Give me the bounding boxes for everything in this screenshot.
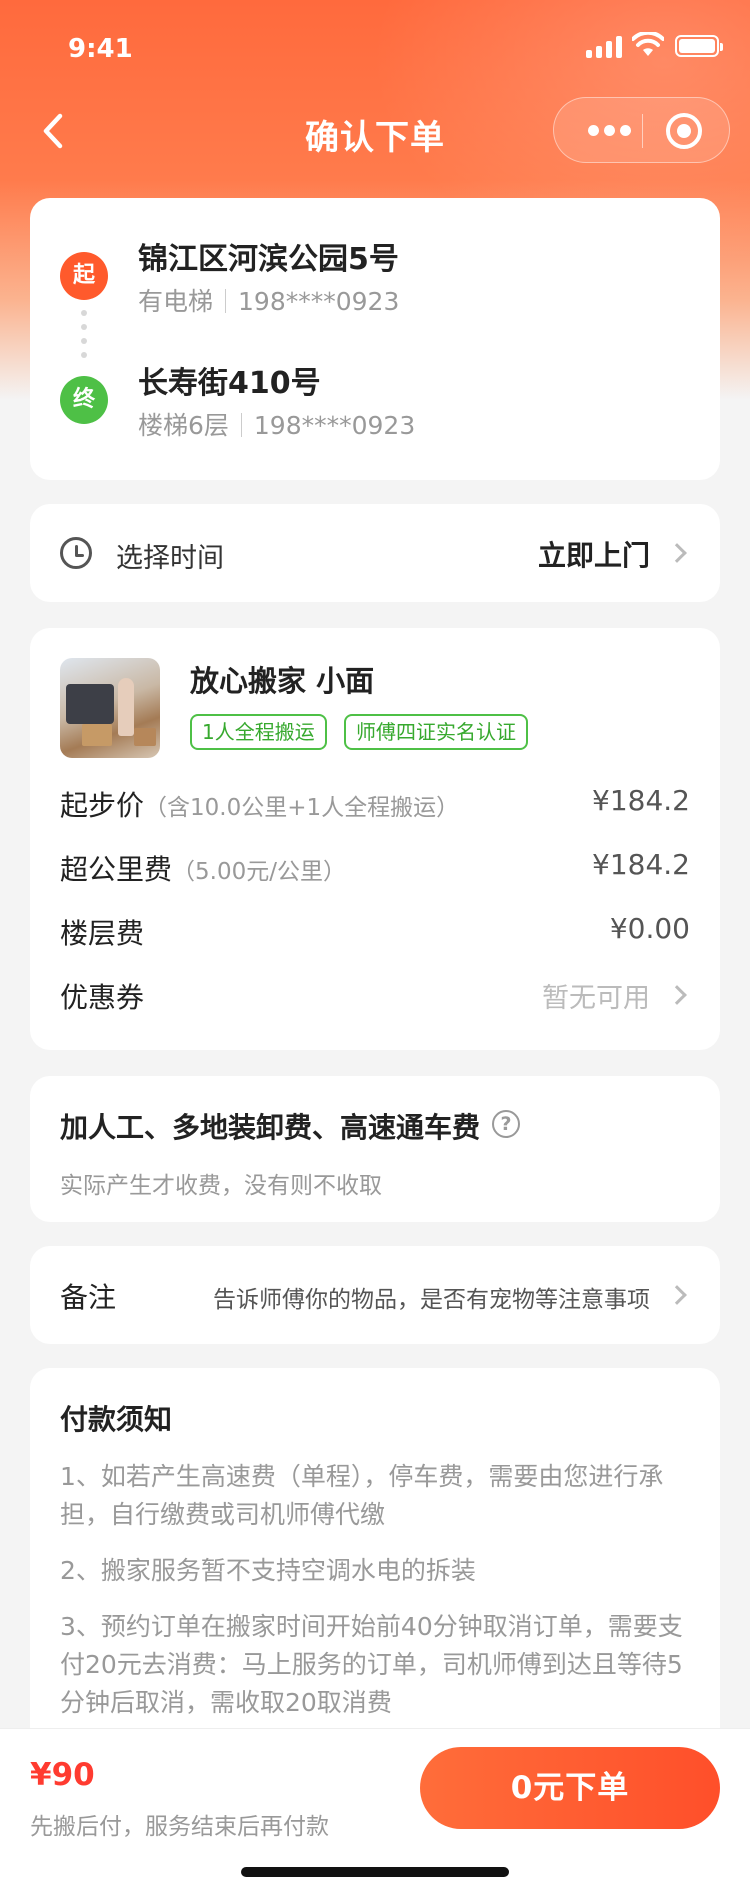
status-bar: 9:41 <box>0 0 750 96</box>
time-select-label: 选择时间 <box>116 543 224 574</box>
mini-program-capsule <box>553 97 730 163</box>
signal-icon <box>586 36 622 58</box>
more-icon[interactable] <box>580 98 640 164</box>
clock-icon <box>60 537 92 569</box>
help-icon[interactable]: ? <box>492 1110 520 1138</box>
service-image <box>60 658 160 758</box>
wifi-icon <box>632 32 664 56</box>
time-select-row[interactable]: 选择时间 立即上门 <box>30 504 720 602</box>
service-tag: 师傅四证实名认证 <box>344 714 528 750</box>
fee-value-base: ¥184.2 <box>592 784 690 817</box>
fee-value-distance: ¥184.2 <box>592 848 690 881</box>
remark-label: 备注 <box>60 1281 117 1314</box>
time-select-value: 立即上门 <box>537 539 650 572</box>
fee-row-floor: 楼层费 <box>60 917 145 950</box>
route-dotted-line <box>81 310 87 372</box>
end-address-detail: 楼梯6层 198****0923 <box>138 406 415 442</box>
notice-title: 付款须知 <box>60 1403 173 1436</box>
extra-fee-title: 加人工、多地装卸费、高速通车费 <box>60 1111 481 1144</box>
start-phone: 198****0923 <box>238 287 400 316</box>
end-phone: 198****0923 <box>253 411 416 440</box>
start-badge: 起 <box>60 252 108 300</box>
coupon-label[interactable]: 优惠券 <box>60 976 144 1016</box>
end-floor: 楼梯6层 <box>138 411 229 440</box>
service-name: 放心搬家 小面 <box>190 664 375 698</box>
service-tag: 1人全程搬运 <box>190 714 327 750</box>
status-time: 9:41 <box>68 34 133 64</box>
fee-row-base: 起步价（含10.0公里+1人全程搬运） <box>60 789 460 822</box>
remark-placeholder[interactable]: 告诉师傅你的物品，是否有宠物等注意事项 <box>213 1280 650 1314</box>
service-price-card: 放心搬家 小面 1人全程搬运 师傅四证实名认证 起步价（含10.0公里+1人全程… <box>30 628 720 1050</box>
start-address-detail: 有电梯 198****0923 <box>138 282 399 318</box>
capsule-divider <box>642 114 643 148</box>
payment-note: 先搬后付，服务结束后再付款 <box>30 1814 329 1840</box>
address-card: 起 终 锦江区河滨公园5号 有电梯 198****0923 长寿街410号 楼梯6… <box>30 198 720 480</box>
nav-bar: 确认下单 <box>0 96 750 168</box>
notice-item: 1、如若产生高速费（单程），停车费，需要由您进行承担，自行缴费或司机师傅代缴 <box>60 1462 664 1529</box>
battery-icon <box>675 35 723 57</box>
order-confirm-page: 9:41 确认下单 起 终 锦江区河滨公园5号 有电梯 198****0923 … <box>0 0 750 1894</box>
fee-value-floor: ¥0.00 <box>609 912 690 945</box>
remark-row[interactable]: 备注 告诉师傅你的物品，是否有宠物等注意事项 <box>30 1246 720 1344</box>
chevron-right-icon <box>667 1285 687 1305</box>
submit-order-button[interactable]: 0元下单 <box>420 1747 720 1829</box>
total-price: ¥90 <box>30 1757 95 1793</box>
chevron-right-icon <box>667 543 687 563</box>
extra-fee-card: 加人工、多地装卸费、高速通车费 ? 实际产生才收费，没有则不收取 <box>30 1076 720 1222</box>
end-address[interactable]: 长寿街410号 <box>138 358 321 402</box>
extra-fee-desc: 实际产生才收费，没有则不收取 <box>60 1173 382 1199</box>
fee-row-distance: 超公里费（5.00元/公里） <box>60 853 346 886</box>
start-address[interactable]: 锦江区河滨公园5号 <box>138 234 399 278</box>
bottom-bar: ¥90 先搬后付，服务结束后再付款 0元下单 <box>0 1728 750 1894</box>
home-indicator <box>241 1867 509 1877</box>
coupon-value[interactable]: 暂无可用 <box>542 976 650 1015</box>
notice-item: 3、预约订单在搬家时间开始前40分钟取消订单，需要支付20元去消费：马上服务的订… <box>60 1612 683 1717</box>
close-mini-program-icon[interactable] <box>666 113 702 149</box>
end-badge: 终 <box>60 376 108 424</box>
start-floor: 有电梯 <box>138 287 214 316</box>
notice-item: 2、搬家服务暂不支持空调水电的拆装 <box>60 1556 476 1585</box>
chevron-right-icon <box>667 985 687 1005</box>
